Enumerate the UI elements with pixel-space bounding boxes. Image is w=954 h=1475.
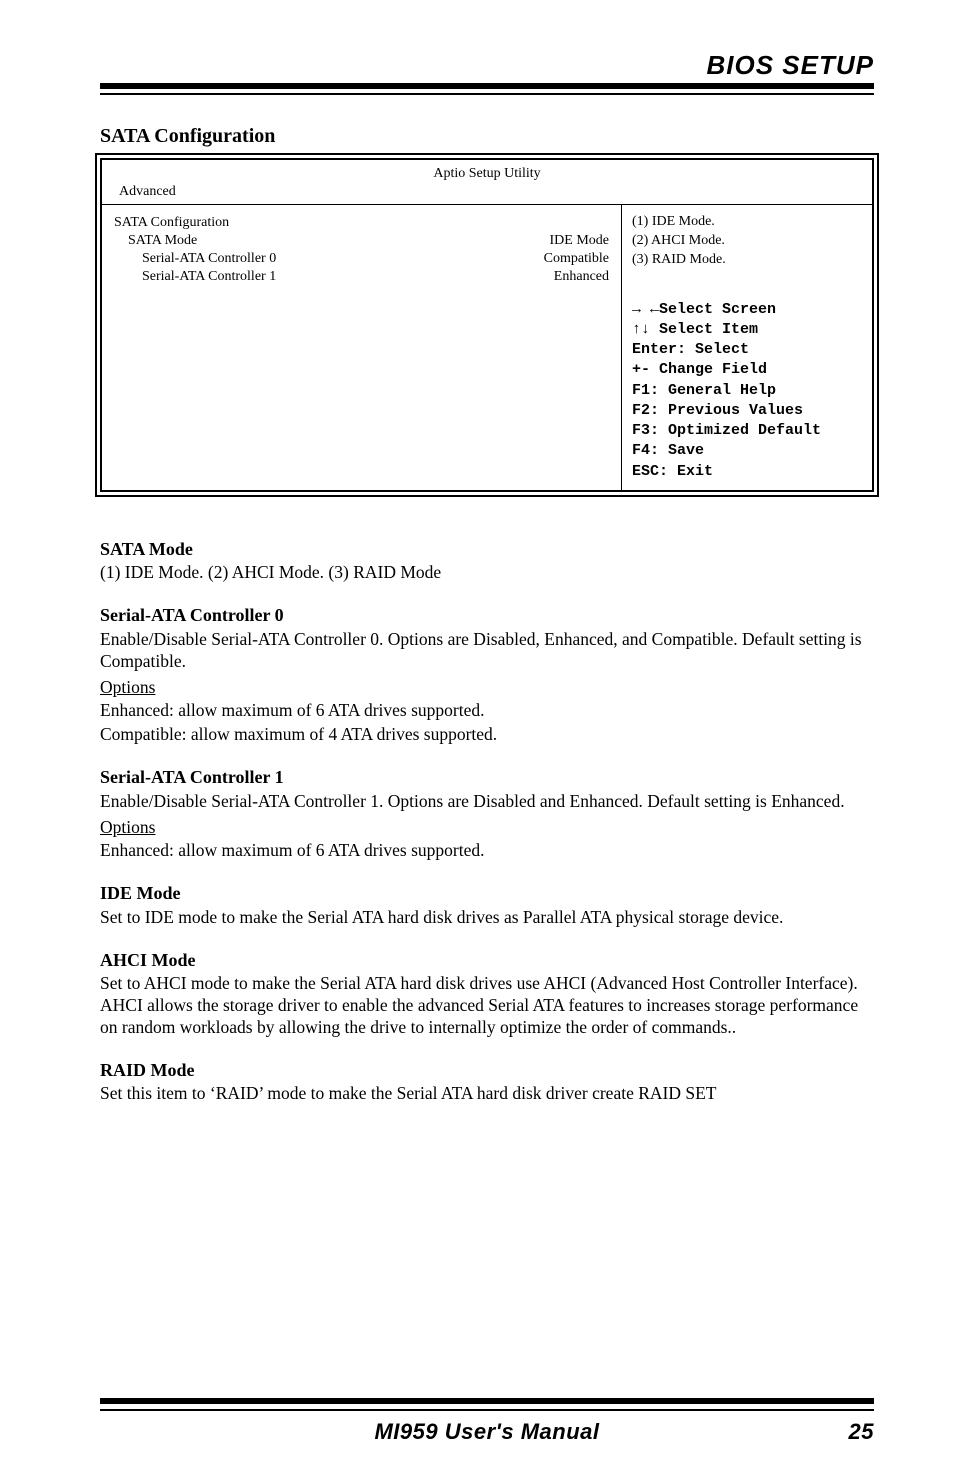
bios-row-value: IDE Mode bbox=[550, 233, 610, 249]
bios-tab-advanced: Advanced bbox=[119, 184, 176, 199]
bios-row-label: Serial-ATA Controller 0 bbox=[142, 251, 276, 267]
option-line: Enhanced: allow maximum of 6 ATA drives … bbox=[100, 700, 874, 722]
bios-description: (1) IDE Mode. (2) AHCI Mode. (3) RAID Mo… bbox=[632, 213, 862, 270]
bios-row-sata-ctrl-1[interactable]: Serial-ATA Controller 1 Enhanced bbox=[114, 269, 609, 285]
help-change-field: +- Change Field bbox=[632, 360, 862, 380]
section-ide-mode: IDE Mode Set to IDE mode to make the Ser… bbox=[100, 882, 874, 928]
help-f1: F1: General Help bbox=[632, 381, 862, 401]
bios-desc-line: (2) AHCI Mode. bbox=[632, 232, 862, 251]
options-heading: Options bbox=[100, 817, 874, 839]
option-line: Compatible: allow maximum of 4 ATA drive… bbox=[100, 724, 874, 746]
bios-left-pane: SATA Configuration SATA Mode IDE Mode Se… bbox=[102, 205, 622, 490]
paragraph: Set this item to ‘RAID’ mode to make the… bbox=[100, 1083, 874, 1105]
help-esc: ESC: Exit bbox=[632, 462, 862, 482]
footer-title: MI959 User's Manual bbox=[100, 1419, 814, 1445]
help-select-item: ↑↓ Select Item bbox=[632, 320, 862, 340]
options-heading: Options bbox=[100, 677, 874, 699]
bios-row-sata-ctrl-0[interactable]: Serial-ATA Controller 0 Compatible bbox=[114, 251, 609, 267]
paragraph: Set to AHCI mode to make the Serial ATA … bbox=[100, 973, 874, 1039]
subhead: IDE Mode bbox=[100, 882, 874, 905]
footer-page-number: 25 bbox=[814, 1419, 874, 1445]
section-sata-ctrl-1: Serial-ATA Controller 1 Enable/Disable S… bbox=[100, 766, 874, 862]
bios-row-value: Enhanced bbox=[554, 269, 609, 285]
bios-desc-line: (1) IDE Mode. bbox=[632, 213, 862, 232]
body-text: SATA Mode (1) IDE Mode. (2) AHCI Mode. (… bbox=[100, 518, 874, 1123]
bios-desc-line: (3) RAID Mode. bbox=[632, 251, 862, 270]
subhead: AHCI Mode bbox=[100, 949, 874, 972]
subhead: Serial-ATA Controller 1 bbox=[100, 766, 874, 789]
section-sata-mode: SATA Mode (1) IDE Mode. (2) AHCI Mode. (… bbox=[100, 538, 874, 584]
bios-window: Aptio Setup Utility Advanced SATA Config… bbox=[100, 158, 874, 492]
paragraph: (1) IDE Mode. (2) AHCI Mode. (3) RAID Mo… bbox=[100, 562, 874, 584]
bios-group-label-text: SATA Configuration bbox=[114, 215, 229, 231]
help-f2: F2: Previous Values bbox=[632, 401, 862, 421]
bios-body: SATA Configuration SATA Mode IDE Mode Se… bbox=[102, 205, 872, 490]
section-title: SATA Configuration bbox=[100, 125, 874, 148]
bios-right-pane: (1) IDE Mode. (2) AHCI Mode. (3) RAID Mo… bbox=[622, 205, 872, 490]
bios-row-label: SATA Mode bbox=[128, 233, 197, 249]
bios-row-value: Compatible bbox=[544, 251, 609, 267]
paragraph: Enable/Disable Serial-ATA Controller 0. … bbox=[100, 629, 874, 673]
header-rule bbox=[100, 93, 874, 95]
bios-title: Aptio Setup Utility bbox=[112, 166, 862, 182]
paragraph: Set to IDE mode to make the Serial ATA h… bbox=[100, 907, 874, 929]
paragraph: Enable/Disable Serial-ATA Controller 1. … bbox=[100, 791, 874, 813]
subhead: RAID Mode bbox=[100, 1059, 874, 1082]
bios-group-label: SATA Configuration bbox=[114, 215, 609, 231]
subhead: SATA Mode bbox=[100, 538, 874, 561]
page-footer: MI959 User's Manual 25 bbox=[100, 1398, 874, 1445]
section-sata-ctrl-0: Serial-ATA Controller 0 Enable/Disable S… bbox=[100, 604, 874, 746]
page-header: BIOS SETUP bbox=[100, 50, 874, 89]
option-line: Enhanced: allow maximum of 6 ATA drives … bbox=[100, 840, 874, 862]
subhead: Serial-ATA Controller 0 bbox=[100, 604, 874, 627]
section-raid-mode: RAID Mode Set this item to ‘RAID’ mode t… bbox=[100, 1059, 874, 1105]
bios-row-sata-mode[interactable]: SATA Mode IDE Mode bbox=[114, 233, 609, 249]
help-enter: Enter: Select bbox=[632, 340, 862, 360]
help-f3: F3: Optimized Default bbox=[632, 421, 862, 441]
help-f4: F4: Save bbox=[632, 441, 862, 461]
bios-row-label: Serial-ATA Controller 1 bbox=[142, 269, 276, 285]
bios-header: Aptio Setup Utility Advanced bbox=[102, 160, 872, 205]
help-select-screen: → ←Select Screen bbox=[632, 300, 862, 320]
section-ahci-mode: AHCI Mode Set to AHCI mode to make the S… bbox=[100, 949, 874, 1039]
page: BIOS SETUP SATA Configuration Aptio Setu… bbox=[0, 0, 954, 1475]
bios-tabs: Advanced bbox=[112, 184, 862, 200]
